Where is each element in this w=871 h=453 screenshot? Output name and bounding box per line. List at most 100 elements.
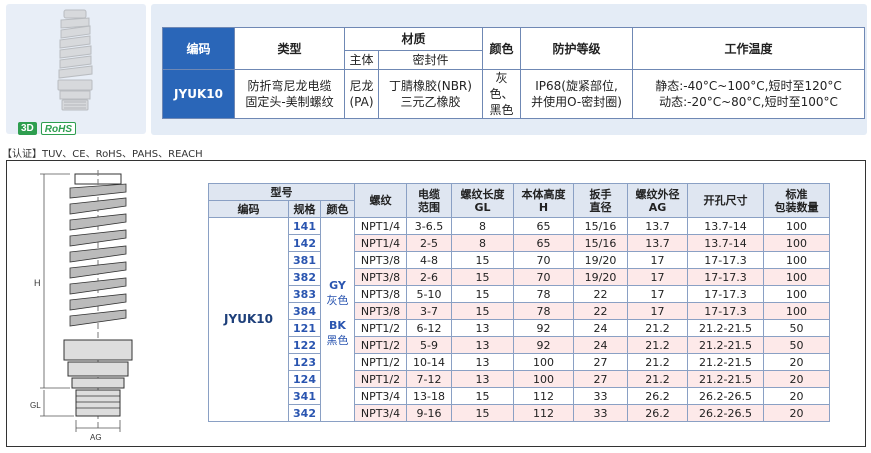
summary-body-line2: (PA): [349, 95, 374, 109]
spec-header-wrench-line1: 扳手: [589, 187, 612, 201]
spec-cell-cable: 7-12: [406, 370, 452, 388]
spec-cell-ag: 26.2: [627, 404, 688, 422]
spec-header-wrench-line2: 直径: [589, 200, 612, 214]
spec-cell-wrench: 33: [573, 404, 628, 422]
spec-number: 342: [288, 404, 321, 422]
spec-cell-pack: 50: [763, 336, 830, 354]
spec-cell-pack: 100: [763, 251, 830, 269]
spec-cell-ag: 21.2: [627, 353, 688, 371]
spec-cell-thread: NPT1/2: [354, 319, 407, 337]
technical-drawing: H GL AG: [30, 170, 133, 442]
summary-color-line1: 灰色、: [489, 71, 514, 101]
spec-cell-h: 92: [513, 319, 574, 337]
3d-badge: 3D: [18, 122, 37, 135]
spec-cell-pack: 20: [763, 353, 830, 371]
spec-cell-ag: 26.2: [627, 387, 688, 405]
summary-protection-line1: IP68(旋紧部位,: [535, 79, 618, 93]
table-row: 121 NPT1/2 6-12 13 92 24 21.2 21.2-21.5 50: [209, 319, 830, 337]
spec-cell-wrench: 24: [573, 319, 628, 337]
spec-cell-wrench: 15/16: [573, 217, 628, 235]
spec-cell-wrench: 22: [573, 285, 628, 303]
spec-cell-thread: NPT3/8: [354, 268, 407, 286]
spec-cell-ag: 21.2: [627, 336, 688, 354]
summary-seal: 丁腈橡胶(NBR) 三元乙橡胶: [378, 69, 483, 119]
spec-cell-ag: 21.2: [627, 319, 688, 337]
color-gy-name: 灰色: [326, 293, 349, 307]
spec-header-color: 颜色: [320, 200, 355, 218]
spec-cell-thread: NPT1/2: [354, 370, 407, 388]
spec-cell-cable: 2-5: [406, 234, 452, 252]
spec-cell-gl: 8: [451, 234, 514, 252]
summary-type-line1: 防折弯尼龙电缆: [247, 79, 332, 93]
spec-table: 型号 螺纹 电缆 范围 螺纹长度 GL 本体高度 H 扳手 直径 螺纹外径 AG: [208, 183, 830, 422]
spec-cell-ag: 17: [627, 251, 688, 269]
spec-header-pack-line1: 标准: [785, 187, 808, 201]
spec-header-wrench: 扳手 直径: [573, 183, 628, 218]
spec-cell-hole: 21.2-21.5: [687, 370, 764, 388]
spec-header-model: 型号: [208, 183, 355, 201]
spec-cell-h: 65: [513, 234, 574, 252]
spec-cell-cable: 2-6: [406, 268, 452, 286]
spec-header-ag-line2: AG: [648, 200, 667, 214]
table-row: 123 NPT1/2 10-14 13 100 27 21.2 21.2-21.5 20: [209, 353, 830, 371]
spec-number: 381: [288, 251, 321, 269]
summary-protection-line2: 并使用O-密封圈): [531, 95, 622, 109]
table-row: 383 NPT3/8 5-10 15 78 22 17 17-17.3 100: [209, 285, 830, 303]
summary-seal-line1: 丁腈橡胶(NBR): [389, 79, 472, 93]
drawing-label-ag: AG: [90, 433, 102, 442]
spec-cell-hole: 13.7-14: [687, 217, 764, 235]
spec-cell-cable: 9-16: [406, 404, 452, 422]
spec-cell-thread: NPT1/2: [354, 336, 407, 354]
table-row: 124 NPT1/2 7-12 13 100 27 21.2 21.2-21.5 20: [209, 370, 830, 388]
summary-color-line2: 黑色: [489, 103, 514, 117]
spec-cell-cable: 6-12: [406, 319, 452, 337]
table-row: 342 NPT3/4 9-16 15 112 33 26.2 26.2-26.5 20: [209, 404, 830, 422]
spec-cell-wrench: 27: [573, 353, 628, 371]
spec-cell-pack: 20: [763, 370, 830, 388]
spec-cell-h: 100: [513, 353, 574, 371]
spec-cell-wrench: 19/20: [573, 268, 628, 286]
spec-number: 122: [288, 336, 321, 354]
spec-header-pack-line2: 包装数量: [774, 200, 819, 214]
table-row: 122 NPT1/2 5-9 13 92 24 21.2 21.2-21.5 50: [209, 336, 830, 354]
spec-cell-pack: 100: [763, 268, 830, 286]
spec-cell-h: 112: [513, 404, 574, 422]
spec-header-cable-line1: 电缆: [418, 187, 440, 201]
drawing-label-h: H: [34, 278, 41, 288]
spec-cell-wrench: 33: [573, 387, 628, 405]
summary-temp-line2: 动态:-20°C~80°C,短时至100°C: [659, 95, 838, 109]
spec-cell-ag: 13.7: [627, 234, 688, 252]
spec-number: 141: [288, 217, 321, 235]
spec-cell-h: 92: [513, 336, 574, 354]
summary-seal-line2: 三元乙橡胶: [400, 95, 461, 109]
summary-type-line2: 固定头-美制螺纹: [245, 95, 334, 109]
summary-header-type: 类型: [234, 27, 345, 70]
spec-cell-pack: 100: [763, 285, 830, 303]
table-row: 381 NPT3/8 4-8 15 70 19/20 17 17-17.3 100: [209, 251, 830, 269]
table-row: 382 NPT3/8 2-6 15 70 19/20 17 17-17.3 100: [209, 268, 830, 286]
spec-cell-h: 112: [513, 387, 574, 405]
certification-line: 【认证】TUV、CE、RoHS、PAHS、REACH: [2, 149, 203, 160]
spec-cell-hole: 26.2-26.5: [687, 404, 764, 422]
spec-header-pack: 标准 包装数量: [763, 183, 830, 218]
spec-header-ag-line1: 螺纹外径: [635, 187, 680, 201]
spec-number: 121: [288, 319, 321, 337]
spec-cell-hole: 21.2-21.5: [687, 319, 764, 337]
spec-cell-thread: NPT1/2: [354, 353, 407, 371]
spec-cell-gl: 15: [451, 404, 514, 422]
spec-cell-h: 70: [513, 251, 574, 269]
spec-cell-thread: NPT3/8: [354, 251, 407, 269]
spec-cell-cable: 4-8: [406, 251, 452, 269]
spec-cell-pack: 20: [763, 404, 830, 422]
spec-cell-gl: 13: [451, 319, 514, 337]
spec-cell-ag: 17: [627, 268, 688, 286]
spec-cell-wrench: 22: [573, 302, 628, 320]
spec-cell-thread: NPT3/4: [354, 387, 407, 405]
spec-table-body: JYUK10 141 GY 灰色 BK 黑色 NPT1/4 3-6.5 8 65 15/16 13.7…: [208, 217, 830, 422]
spec-cell-h: 78: [513, 285, 574, 303]
spec-cell-wrench: 27: [573, 370, 628, 388]
spec-header-ag: 螺纹外径 AG: [627, 183, 688, 218]
spec-cell-cable: 13-18: [406, 387, 452, 405]
spec-number: 124: [288, 370, 321, 388]
summary-temperature: 静态:-40°C~100°C,短时至120°C 动态:-20°C~80°C,短时…: [632, 69, 865, 119]
